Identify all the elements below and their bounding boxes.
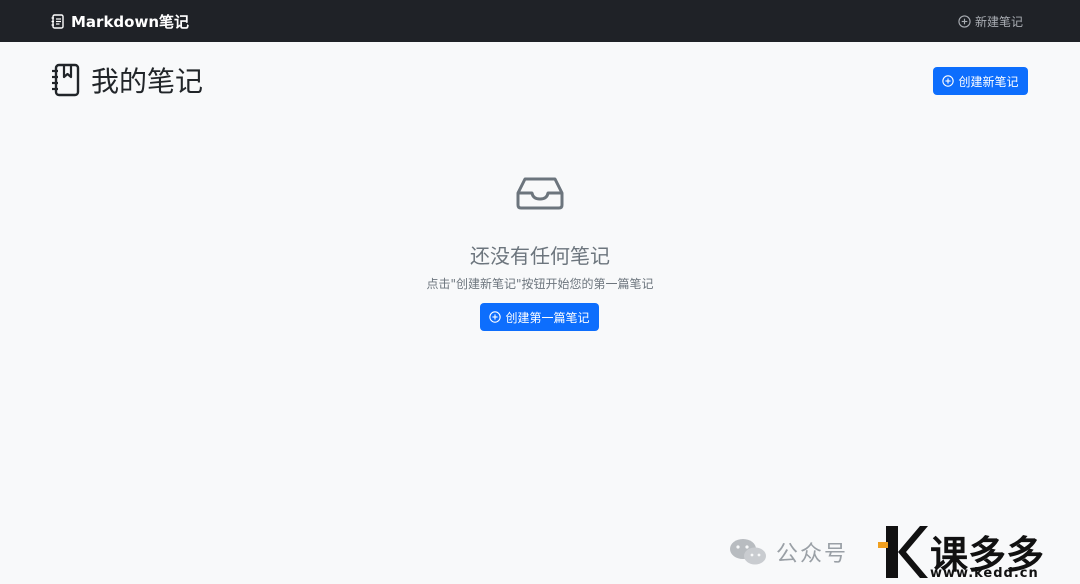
create-note-button-label: 创建新笔记 (958, 74, 1019, 89)
plus-circle-icon (958, 14, 971, 28)
journal-text-icon (51, 13, 64, 29)
plus-circle-icon (489, 311, 502, 323)
create-first-note-button[interactable]: 创建第一篇笔记 (480, 303, 599, 331)
watermark-logo: 课多多 www.kedd.cn (878, 522, 1078, 582)
top-navbar: Markdown笔记 新建笔记 (0, 0, 1080, 42)
k-logo-icon (878, 526, 928, 578)
watermark: 公众号 课多多 www.kedd.cn (728, 520, 1080, 584)
page-title: 我的笔记 (51, 60, 203, 100)
inbox-icon (516, 177, 564, 210)
wechat-icon (730, 539, 766, 565)
navbar-brand-label: Markdown笔记 (71, 12, 190, 31)
empty-state-title: 还没有任何笔记 (470, 244, 610, 268)
create-note-button[interactable]: 创建新笔记 (933, 67, 1028, 95)
watermark-url: www.kedd.cn (930, 566, 1039, 581)
navbar-brand[interactable]: Markdown笔记 (51, 0, 189, 42)
navbar-new-note-link[interactable]: 新建笔记 (958, 0, 1023, 42)
plus-circle-icon (942, 75, 955, 87)
empty-state-subtitle: 点击"创建新笔记"按钮开始您的第一篇笔记 (426, 277, 654, 291)
journal-bookmark-icon (52, 63, 80, 97)
watermark-public-label: 公众号 (776, 542, 849, 567)
page-title-text: 我的笔记 (91, 65, 204, 98)
navbar-new-note-label: 新建笔记 (974, 14, 1023, 29)
create-first-note-button-label: 创建第一篇笔记 (505, 310, 590, 325)
